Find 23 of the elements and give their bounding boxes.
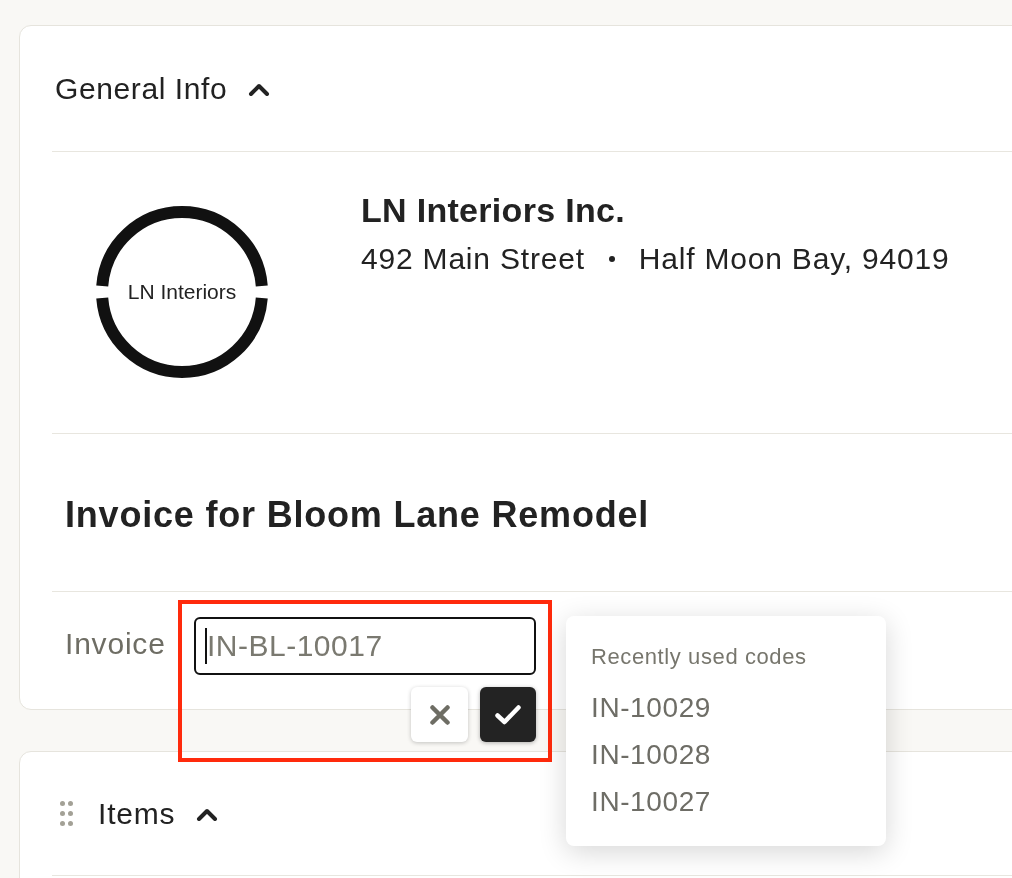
close-icon [429, 704, 450, 725]
address-text: Half Moon Bay, 94019 [638, 241, 950, 277]
field-label: Invoice [65, 626, 166, 662]
section-title: Items [98, 795, 176, 832]
checkmark-icon [495, 704, 521, 725]
suggestion-item[interactable]: IN-10027 [591, 778, 711, 825]
ring-logo-icon [96, 206, 268, 378]
drag-handle-icon[interactable] [60, 801, 73, 826]
chevron-up-icon[interactable] [248, 81, 271, 96]
suggestion-item[interactable]: IN-10029 [591, 684, 711, 731]
section-title: General Info [55, 70, 228, 107]
company-name: LN Interiors Inc. [361, 190, 625, 231]
invoice-title: Invoice for Bloom Lane Remodel [65, 493, 650, 537]
invoice-code-field[interactable]: IN-BL-10017 [194, 617, 536, 675]
bullet-icon [608, 256, 615, 262]
popover-heading: Recently used codes [591, 643, 807, 671]
address-text: 492 Main Street [361, 241, 585, 277]
logo-text: LN Interiors [127, 280, 237, 304]
chevron-up-icon[interactable] [196, 806, 219, 821]
text-cursor [205, 628, 207, 664]
cancel-button[interactable] [411, 687, 468, 742]
suggestion-item[interactable]: IN-10028 [591, 731, 711, 778]
confirm-button[interactable] [480, 687, 536, 742]
